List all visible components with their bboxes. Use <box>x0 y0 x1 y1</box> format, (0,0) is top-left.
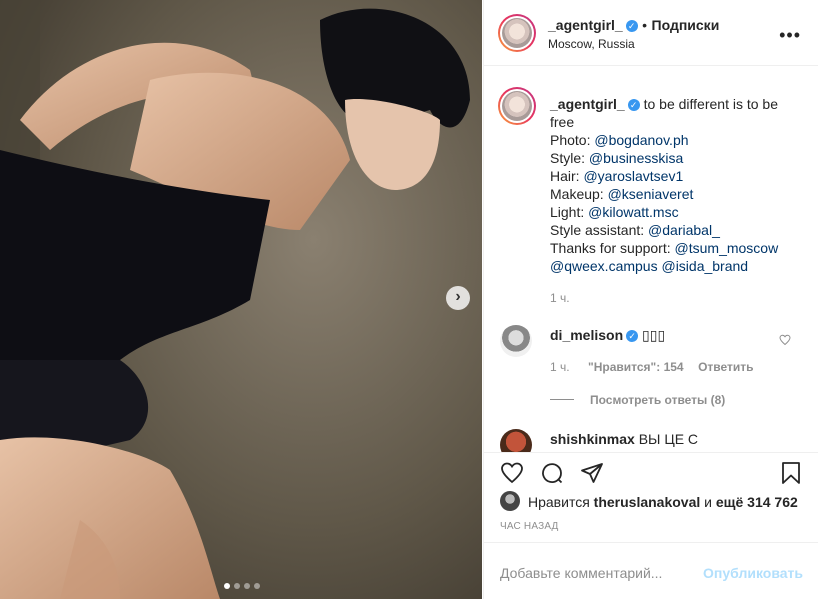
credit-label: Photo: <box>550 132 591 148</box>
verified-icon: ✓ <box>625 19 638 32</box>
author-username[interactable]: _agentgirl_ <box>548 17 623 33</box>
mention-link[interactable]: @yaroslavtsev1 <box>583 168 683 184</box>
carousel-dot <box>244 583 250 589</box>
caption-text: to be different is to be <box>643 96 778 112</box>
comment-body: di_melison ✓ ▯▯▯ <box>550 327 665 344</box>
carousel-dot <box>224 583 230 589</box>
verified-icon: ✓ <box>627 99 640 112</box>
post-photo[interactable]: › <box>0 0 482 599</box>
more-options-icon[interactable]: ••• <box>779 25 801 46</box>
caption-text: free <box>550 114 575 130</box>
credit-label: Style assistant: <box>550 222 645 238</box>
mention-link[interactable]: @kseniaveret <box>608 186 694 202</box>
comment-time[interactable]: 1 ч. <box>550 360 570 374</box>
likes-prefix: Нравится <box>528 494 590 510</box>
post-panel: _agentgirl_ ✓ • Подписки Moscow, Russia •… <box>483 0 818 599</box>
likes-middle: и <box>704 494 712 510</box>
liker-username[interactable]: theruslanakoval <box>594 494 701 510</box>
carousel-dot <box>234 583 240 589</box>
credit-label: Light: <box>550 204 585 220</box>
mention-link[interactable]: @businesskisa <box>589 150 683 166</box>
credit-label: Makeup: <box>550 186 604 202</box>
mention-link[interactable]: @kilowatt.msc <box>588 204 678 220</box>
comment-input[interactable]: Добавьте комментарий... <box>500 565 662 581</box>
mention-link[interactable]: @isida_brand <box>661 258 748 274</box>
comment-text: ▯▯▯ <box>642 327 666 343</box>
comment-username[interactable]: shishkinmax <box>550 431 635 447</box>
follow-button[interactable]: Подписки <box>652 17 720 33</box>
credit-label: Style: <box>550 150 586 166</box>
mention-link[interactable]: @dariabal_ <box>648 222 720 238</box>
carousel-indicator <box>224 576 264 589</box>
save-icon[interactable] <box>779 461 803 485</box>
location-link[interactable]: Moscow, Russia <box>548 37 635 51</box>
post-image <box>0 0 482 599</box>
mention-link[interactable]: @qweex.campus <box>550 258 658 274</box>
caption-username[interactable]: _agentgirl_ <box>550 96 625 112</box>
view-replies-button[interactable]: Посмотреть ответы (8) <box>590 393 725 407</box>
comment-username[interactable]: di_melison <box>550 327 623 343</box>
comment-like-icon[interactable] <box>779 333 791 346</box>
comment-text: ВЫ ЦЕ С <box>638 431 699 447</box>
view-replies[interactable]: Посмотреть ответы (8) <box>550 391 725 409</box>
share-icon[interactable] <box>580 461 604 485</box>
mention-link[interactable]: @bogdanov.ph <box>594 132 688 148</box>
author-avatar[interactable] <box>498 14 536 52</box>
credit-label: Hair: <box>550 168 580 184</box>
verified-icon: ✓ <box>626 330 639 343</box>
add-comment-bar: Добавьте комментарий... Опубликовать <box>484 542 818 599</box>
caption-time[interactable]: 1 ч. <box>550 289 810 307</box>
comment-meta: 1 ч. "Нравится": 154 Ответить <box>550 358 754 376</box>
caption-avatar[interactable] <box>498 87 536 125</box>
post-header: _agentgirl_ ✓ • Подписки Moscow, Russia •… <box>484 0 818 66</box>
next-photo-button[interactable]: › <box>446 286 470 310</box>
carousel-dot <box>254 583 260 589</box>
reply-button[interactable]: Ответить <box>698 360 753 374</box>
mention-link[interactable]: @tsum_moscow <box>675 240 779 256</box>
like-icon[interactable] <box>500 461 524 485</box>
comment-body: shishkinmax ВЫ ЦЕ С <box>550 431 698 447</box>
caption: _agentgirl_ ✓ to be different is to be fr… <box>550 95 810 307</box>
comments-area[interactable]: _agentgirl_ ✓ to be different is to be fr… <box>484 67 818 452</box>
liker-avatar[interactable] <box>500 491 520 511</box>
likes-summary: Нравится theruslanakoval и ещё 314 762 <box>528 494 798 510</box>
comment-icon[interactable] <box>540 461 564 485</box>
comment-avatar[interactable] <box>500 325 532 357</box>
comment-avatar[interactable] <box>500 429 532 452</box>
post-timestamp[interactable]: ЧАС НАЗАД <box>500 521 559 532</box>
credit-label: Thanks for support: <box>550 240 671 256</box>
comment-likes[interactable]: "Нравится": 154 <box>588 360 684 374</box>
post-actions: Нравится theruslanakoval и ещё 314 762 Ч… <box>484 452 818 542</box>
likes-count[interactable]: ещё 314 762 <box>716 494 798 510</box>
header-title: _agentgirl_ ✓ • Подписки <box>548 17 719 35</box>
publish-button[interactable]: Опубликовать <box>703 565 803 581</box>
divider <box>550 399 574 401</box>
separator: • <box>642 17 648 33</box>
